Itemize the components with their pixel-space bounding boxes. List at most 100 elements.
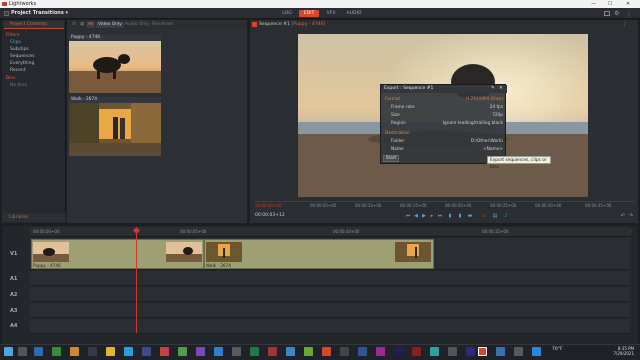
tree-bins[interactable]: Bins — [6, 75, 16, 82]
timeline-clip-puppy[interactable]: Puppy - 4746 — [31, 239, 204, 269]
track-a4[interactable] — [30, 319, 630, 334]
app-icon[interactable] — [466, 347, 475, 356]
filter-audio-only[interactable]: Audio Only — [123, 22, 151, 28]
grid-view-icon[interactable]: ▦ — [78, 22, 86, 28]
app-icon[interactable] — [412, 347, 421, 356]
more-icon[interactable]: ⋮ — [626, 11, 632, 17]
filter-rendered[interactable]: Rendered — [150, 22, 175, 28]
size-select[interactable]: 720p — [441, 113, 503, 119]
undo-icon[interactable]: ↶ — [620, 213, 626, 219]
tree-filters[interactable]: Filters — [6, 32, 20, 39]
start-export-button[interactable]: Start — [383, 155, 399, 162]
name-field[interactable]: <Name> — [441, 147, 503, 153]
jump-end-icon[interactable]: ⏭ — [437, 213, 443, 219]
project-contents-header[interactable]: Project Contents — [4, 21, 64, 29]
clock[interactable]: 8:35 PM 7/29/2021 — [594, 346, 634, 356]
track-label[interactable]: A2 — [10, 292, 17, 298]
app-icon[interactable] — [34, 347, 43, 356]
viewer-ruler[interactable]: 00:00:00+00 00:00:05+00 00:00:10+00 00:0… — [255, 201, 635, 208]
filter-all[interactable]: All — [86, 22, 96, 28]
maximize-button[interactable]: ☐ — [608, 0, 612, 8]
track-label[interactable]: A4 — [10, 323, 17, 329]
step-forward-icon[interactable]: ▸ — [429, 213, 435, 219]
region-select[interactable]: Ignore leading/trailing black — [421, 121, 503, 127]
app-icon[interactable] — [286, 347, 295, 356]
filter-video-only[interactable]: Video Only — [96, 22, 124, 28]
app-icon[interactable] — [214, 347, 223, 356]
folder-icon[interactable] — [70, 347, 79, 356]
tree-everything[interactable]: Everything — [10, 60, 34, 67]
app-icon[interactable] — [532, 347, 541, 356]
app-icon[interactable] — [340, 347, 349, 356]
app-icon[interactable] — [514, 347, 523, 356]
track-label[interactable]: A3 — [10, 308, 17, 314]
app-icon[interactable] — [358, 347, 367, 356]
clip-thumbnail-puppy[interactable] — [69, 41, 161, 93]
app-icon[interactable] — [88, 347, 97, 356]
track-a2[interactable] — [30, 287, 630, 302]
minimize-button[interactable]: — — [591, 0, 596, 8]
track-label[interactable]: A1 — [10, 276, 17, 282]
app-icon[interactable] — [124, 347, 133, 356]
list-view-icon[interactable]: ☰ — [70, 22, 78, 28]
libraries-header[interactable]: Libraries — [2, 213, 66, 222]
timeline-menu-icon[interactable]: ⋮ — [628, 229, 633, 235]
gear-icon[interactable]: ⚙ — [614, 11, 619, 17]
app-icon[interactable] — [376, 347, 385, 356]
app-icon[interactable] — [142, 347, 151, 356]
lift-icon[interactable]: ▤ — [492, 213, 498, 219]
tree-recent[interactable]: Recent — [10, 67, 26, 74]
app-icon[interactable] — [304, 347, 313, 356]
current-timecode[interactable]: 00:00:03+12 — [255, 212, 285, 219]
app-icon[interactable] — [448, 347, 457, 356]
search-icon[interactable] — [18, 347, 27, 356]
jump-start-icon[interactable]: ⏮ — [405, 213, 411, 219]
close-button[interactable]: ✕ — [626, 0, 630, 8]
app-icon[interactable] — [430, 347, 439, 356]
timeline-clip-walk[interactable]: Walk - 2674 — [204, 239, 434, 269]
app-icon[interactable] — [160, 347, 169, 356]
app-icon[interactable] — [106, 347, 115, 356]
play-icon[interactable]: ▶ — [421, 213, 427, 219]
tab-edit[interactable]: EDIT — [299, 10, 319, 17]
tab-log[interactable]: LOG — [277, 10, 297, 17]
audio-icon[interactable]: ♪ — [503, 213, 509, 219]
app-icon[interactable] — [232, 347, 241, 356]
project-menu-button[interactable]: Project Transitions ▾ — [2, 9, 72, 18]
mark-in-icon[interactable]: ▮ — [447, 213, 453, 219]
tree-sequences[interactable]: Sequences — [10, 53, 35, 60]
app-icon[interactable] — [496, 347, 505, 356]
start-icon[interactable] — [4, 347, 13, 356]
redo-icon[interactable]: ↷ — [628, 213, 634, 219]
insert-icon[interactable]: ▬ — [467, 213, 473, 219]
app-icon[interactable] — [52, 347, 61, 356]
app-icon[interactable] — [322, 347, 331, 356]
track-a3[interactable] — [30, 303, 630, 318]
app-icon[interactable] — [196, 347, 205, 356]
mark-out-icon[interactable]: ▮ — [457, 213, 463, 219]
tab-vfx[interactable]: VFX — [321, 10, 341, 17]
replace-icon[interactable]: ▭ — [479, 213, 489, 219]
close-icon[interactable]: ✕ — [499, 85, 503, 93]
weather-temp[interactable]: 70°F — [552, 347, 563, 352]
format-select[interactable]: H.264/MP4 (Free) — [441, 97, 503, 103]
layout-icon[interactable] — [604, 11, 610, 16]
frame-rate-select[interactable]: 24 fps — [441, 105, 503, 111]
track-a1[interactable] — [30, 271, 630, 286]
playhead[interactable] — [136, 228, 137, 333]
tree-clips[interactable]: Clips — [10, 39, 21, 46]
track-label[interactable]: V1 — [10, 251, 17, 257]
pin-icon[interactable]: ✎ — [491, 85, 495, 93]
tab-audio[interactable]: AUDIO — [343, 10, 365, 17]
folder-field[interactable]: D:\Other\Work\ — [441, 139, 503, 145]
lightworks-taskbar-icon[interactable] — [478, 347, 487, 356]
viewer-menu-icon[interactable]: ⋮ — [622, 22, 627, 28]
app-icon[interactable] — [250, 347, 259, 356]
clip-thumbnail-walk[interactable] — [69, 103, 161, 156]
tree-subclips[interactable]: Subclips — [10, 46, 29, 53]
app-icon[interactable] — [394, 347, 403, 356]
timeline-ruler[interactable]: 00:00:00+00 00:00:05+00 00:00:10+00 00:0… — [30, 227, 630, 237]
app-icon[interactable] — [178, 347, 187, 356]
step-back-icon[interactable]: ◀ — [413, 213, 419, 219]
app-icon[interactable] — [268, 347, 277, 356]
